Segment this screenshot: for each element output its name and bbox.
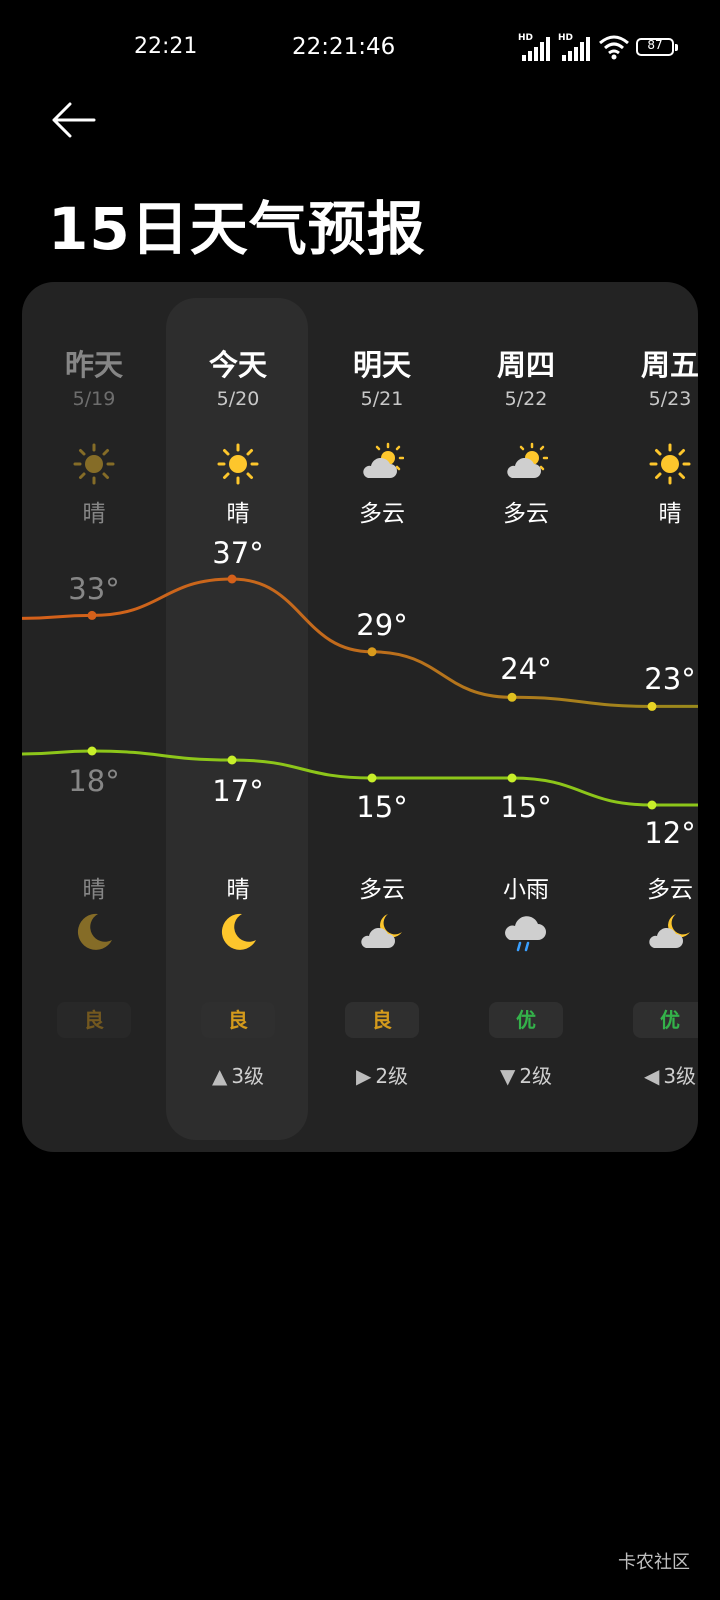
day-name: 今天: [208, 348, 267, 382]
low-temp: 17°: [212, 774, 264, 808]
low-temp: 18°: [68, 764, 120, 798]
day-date: 5/22: [504, 388, 548, 410]
wind-direction-icon: ◀: [643, 1064, 660, 1088]
signal-icon: HD: [558, 33, 592, 61]
day-name: 明天: [352, 348, 411, 382]
night-weather: 晴: [226, 877, 250, 903]
low-temp: 12°: [644, 816, 696, 850]
aqi-badge: 优: [489, 1002, 563, 1038]
status-clock: 22:21:46: [292, 34, 396, 60]
cloudy-night-icon: [649, 914, 690, 948]
night-weather: 晴: [82, 877, 106, 903]
day-weather: 晴: [226, 501, 250, 527]
day-weather: 晴: [658, 501, 682, 527]
wifi-icon: [599, 35, 629, 60]
aqi-badge: 良: [57, 1002, 131, 1038]
wind-direction-icon: ▶: [355, 1064, 372, 1088]
day-date: 5/21: [360, 388, 404, 410]
day-name: 周五: [640, 348, 698, 382]
high-temp: 24°: [500, 652, 552, 686]
aqi-badge: 优: [633, 1002, 698, 1038]
night-weather: 小雨: [503, 877, 549, 903]
high-temp: 23°: [644, 662, 696, 696]
battery-level: 87: [647, 38, 663, 52]
moon-icon: [221, 913, 256, 950]
aqi-badge: 良: [201, 1002, 275, 1038]
day-column-friday[interactable]: 周五 5/23 晴 23° 12° 多云 优 ◀ 3级: [598, 282, 698, 1152]
wind-level: ▼ 2级: [499, 1064, 553, 1088]
sun-icon: [73, 443, 115, 485]
signal-badge: HD: [518, 33, 534, 43]
high-temp: 33°: [68, 572, 120, 606]
rain-icon: [505, 916, 546, 952]
night-weather: 多云: [359, 877, 405, 903]
wind-direction-icon: ▼: [499, 1064, 516, 1088]
partly-cloudy-icon: [507, 442, 548, 478]
day-date: 5/23: [648, 388, 692, 410]
sun-icon: [649, 443, 691, 485]
high-temp: 29°: [356, 608, 408, 642]
day-name: 昨天: [64, 348, 123, 382]
wind-direction-icon: ▲: [211, 1064, 228, 1088]
back-arrow-icon[interactable]: [50, 100, 100, 140]
day-date: 5/19: [72, 388, 116, 410]
low-temp: 15°: [356, 790, 408, 824]
day-weather: 晴: [82, 501, 106, 527]
signal-badge: HD: [558, 33, 574, 43]
cloudy-night-icon: [361, 914, 402, 948]
day-column-today[interactable]: 今天 5/20 晴 37° 17° 晴 良 ▲ 3级: [166, 282, 310, 1152]
wind-level: ▶ 2级: [355, 1064, 409, 1088]
status-time: 22:21: [134, 34, 198, 59]
partly-cloudy-icon: [363, 442, 404, 478]
day-date: 5/20: [216, 388, 260, 410]
day-name: 周四: [496, 348, 555, 382]
battery-icon: 87: [636, 38, 678, 56]
high-temp: 37°: [212, 536, 264, 570]
forecast-card[interactable]: 昨天 5/19 晴 33° 18° 晴 良 今天 5/20 晴 37° 17° …: [22, 282, 698, 1152]
low-temp: 15°: [500, 790, 552, 824]
sun-icon: [217, 443, 259, 485]
day-column-tomorrow[interactable]: 明天 5/21 多云 29° 15° 多云 良 ▶ 2级: [310, 282, 454, 1152]
signal-icon: HD: [518, 33, 552, 61]
watermark: 卡农社区: [618, 1552, 690, 1573]
wind-level: ▲ 3级: [211, 1064, 265, 1088]
page-title: 15日天气预报: [48, 195, 426, 263]
wind-level: ◀ 3级: [643, 1064, 697, 1088]
day-column-yesterday[interactable]: 昨天 5/19 晴 33° 18° 晴 良: [22, 282, 166, 1152]
status-bar: 22:21 22:21:46 HD HD 87: [0, 0, 720, 96]
aqi-badge: 良: [345, 1002, 419, 1038]
day-column-thursday[interactable]: 周四 5/22 多云 24° 15° 小雨 优 ▼ 2级: [454, 282, 598, 1152]
night-weather: 多云: [647, 877, 693, 903]
day-weather: 多云: [503, 501, 549, 527]
day-weather: 多云: [359, 501, 405, 527]
status-icons: HD HD 87: [518, 33, 688, 63]
moon-icon: [77, 913, 112, 950]
